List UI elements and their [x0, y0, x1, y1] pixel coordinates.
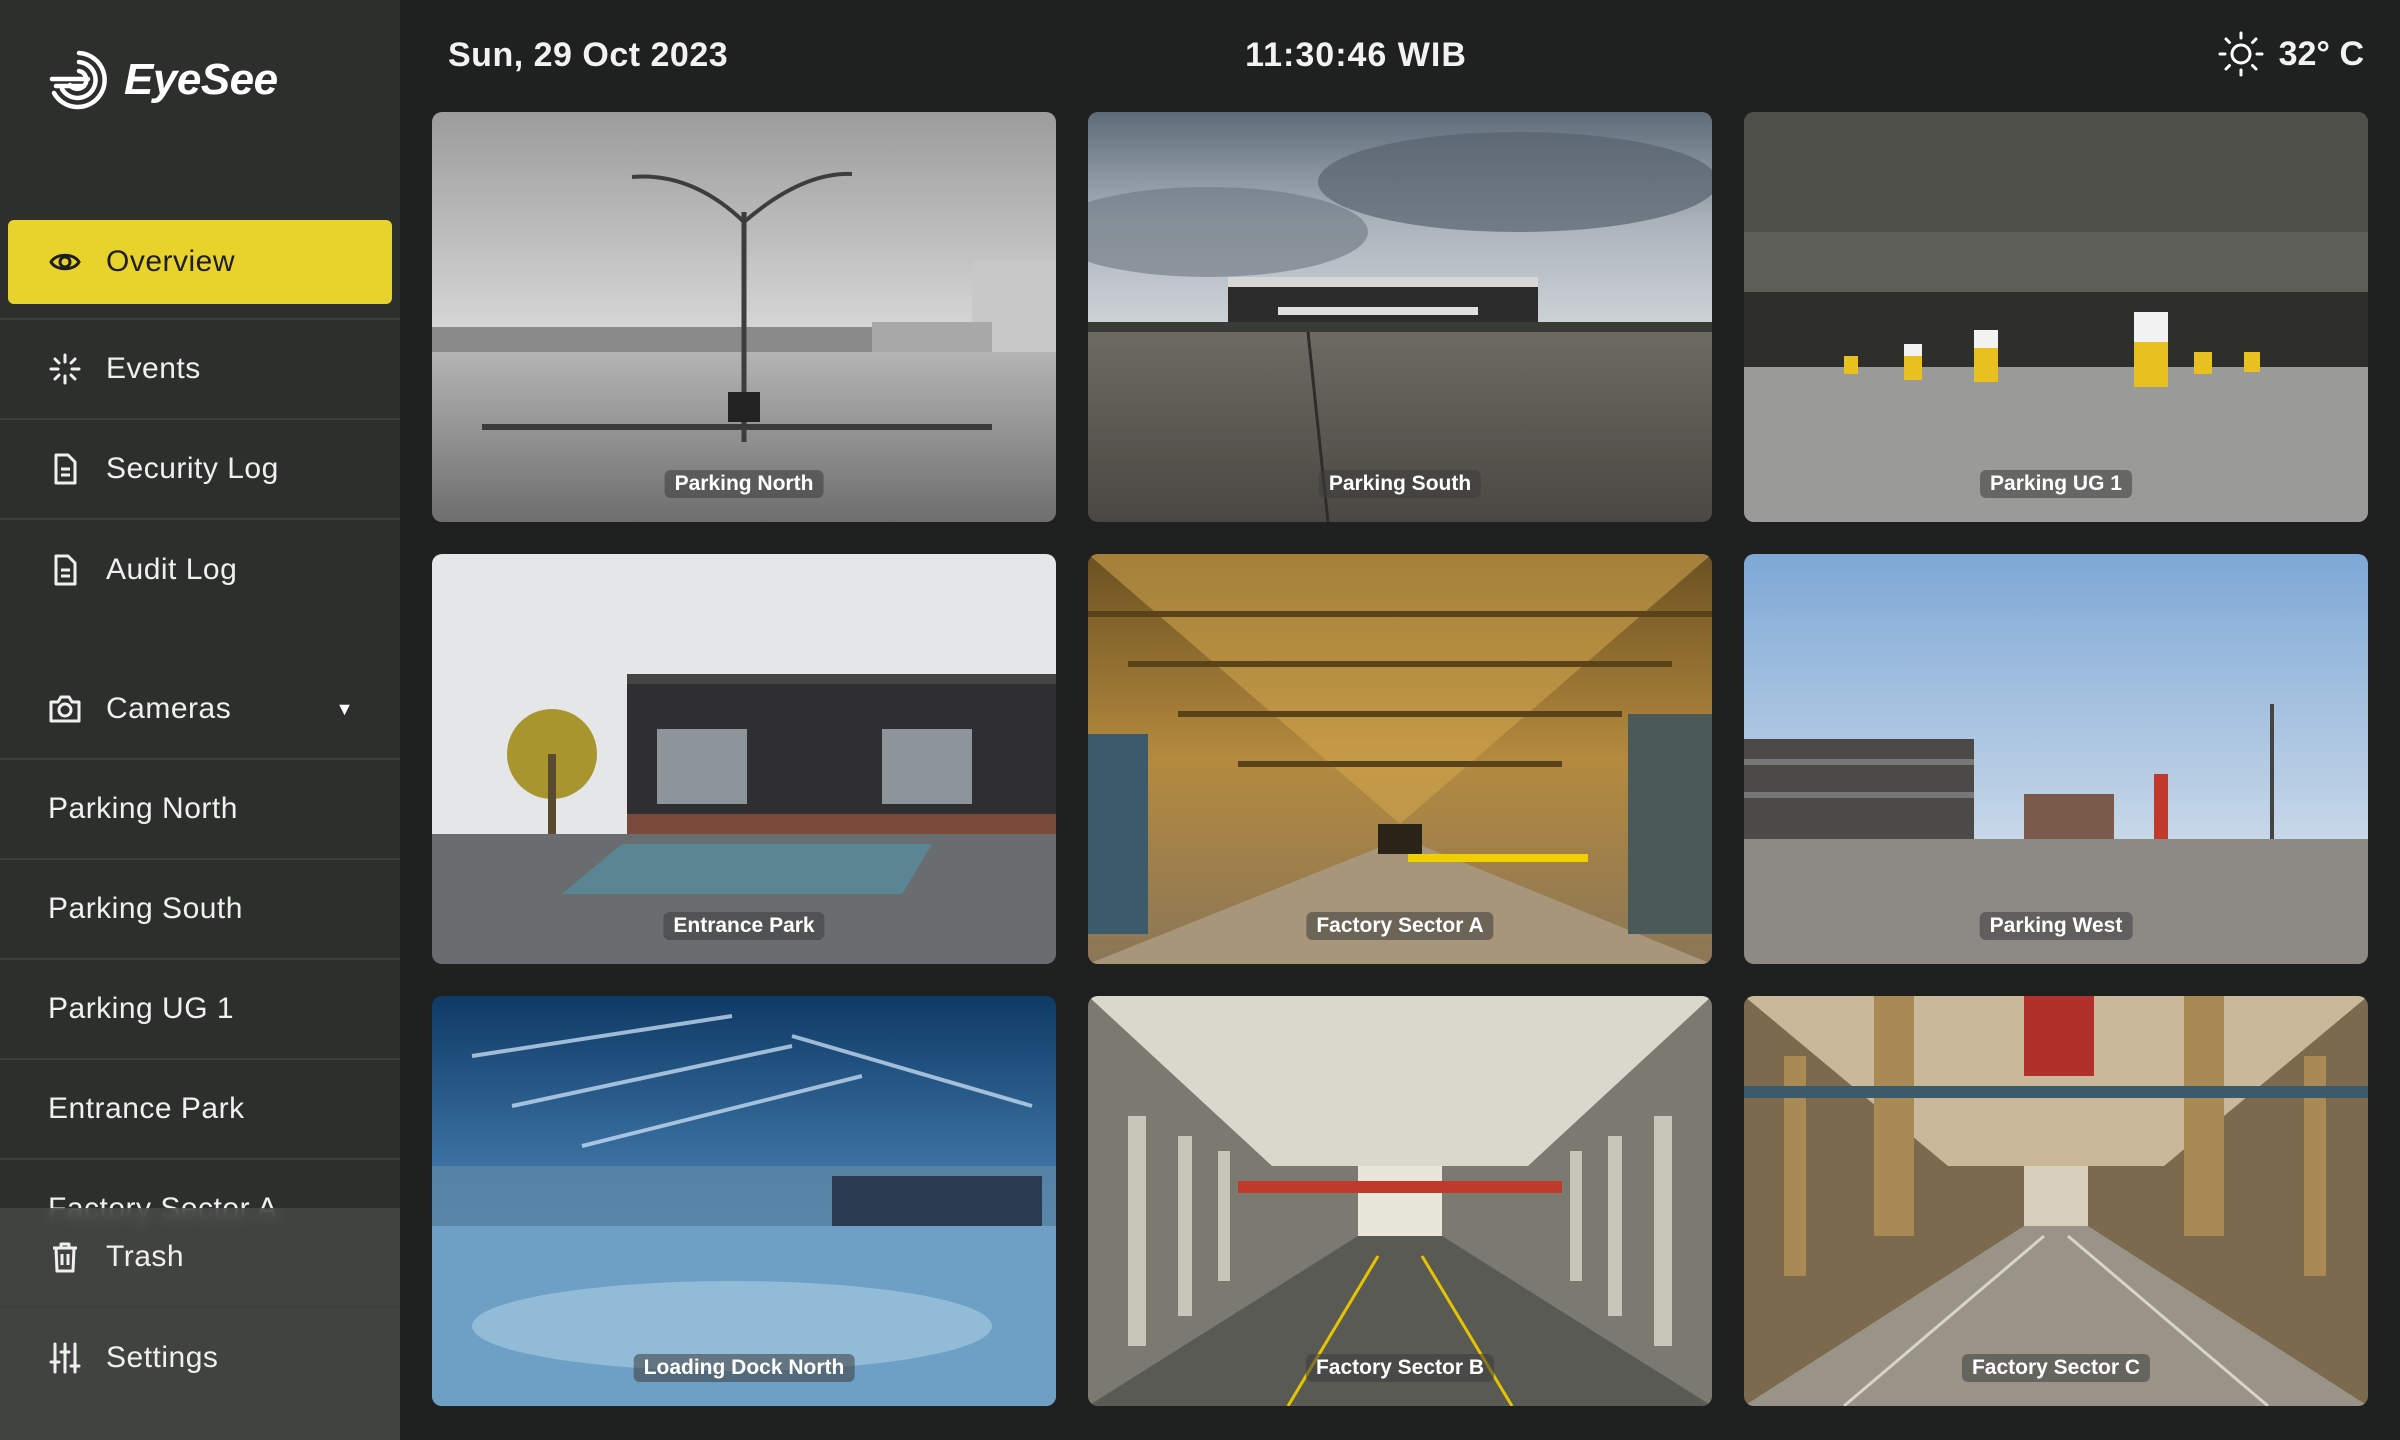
- nav-label-security-log: Security Log: [106, 452, 279, 485]
- camera-list-item[interactable]: Entrance Park: [0, 1060, 400, 1160]
- nav-item-events[interactable]: Events: [0, 320, 400, 420]
- app-name: EyeSee: [124, 55, 278, 104]
- camera-feed-label: Factory Sector B: [1305, 1354, 1495, 1382]
- weather-widget: 32° C: [2217, 30, 2364, 78]
- camera-feed-tile[interactable]: Parking UG 1: [1744, 112, 2368, 522]
- camera-feed-label: Factory Sector A: [1306, 912, 1494, 940]
- nav-item-trash[interactable]: Trash: [0, 1208, 400, 1308]
- camera-feed-tile[interactable]: Parking North: [432, 112, 1056, 522]
- current-time: 11:30:46 WIB: [1245, 36, 1467, 74]
- nav-label-overview: Overview: [106, 245, 236, 278]
- camera-feed-label: Parking South: [1318, 470, 1482, 498]
- top-bar: Sun, 29 Oct 2023 11:30:46 WIB 32° C: [400, 0, 2400, 112]
- camera-feed-tile[interactable]: Factory Sector C: [1744, 996, 2368, 1406]
- nav-label-settings: Settings: [106, 1341, 219, 1374]
- camera-feed-image: [1088, 554, 1712, 964]
- camera-feed-tile[interactable]: Factory Sector A: [1088, 554, 1712, 964]
- camera-feed-tile[interactable]: Loading Dock North: [432, 996, 1056, 1406]
- sidebar: EyeSee Overview Events Security Log Audi…: [0, 0, 400, 1440]
- bottom-nav: Trash Settings: [0, 1208, 400, 1440]
- camera-list-item[interactable]: Parking UG 1: [0, 960, 400, 1060]
- camera-feed-label: Loading Dock North: [633, 1354, 855, 1382]
- camera-feed-image: [432, 112, 1056, 522]
- document-icon: [48, 452, 82, 486]
- camera-feed-image: [432, 554, 1056, 964]
- sliders-icon: [48, 1341, 82, 1375]
- camera-feed-label: Entrance Park: [663, 912, 825, 940]
- camera-feed-label: Parking UG 1: [1980, 470, 2132, 498]
- camera-list-item[interactable]: Parking North: [0, 760, 400, 860]
- camera-feed-tile[interactable]: Entrance Park: [432, 554, 1056, 964]
- camera-list-item[interactable]: Parking South: [0, 860, 400, 960]
- nav-label-cameras: Cameras: [106, 692, 232, 725]
- main-nav: Overview Events Security Log Audit Log: [0, 212, 400, 620]
- nav-label-trash: Trash: [106, 1240, 185, 1273]
- nav-item-overview[interactable]: Overview: [8, 220, 392, 304]
- nav-item-settings[interactable]: Settings: [0, 1308, 400, 1408]
- sparkle-icon: [48, 352, 82, 386]
- camera-feed-image: [1744, 112, 2368, 522]
- temperature: 32° C: [2278, 34, 2364, 73]
- camera-feed-tile[interactable]: Parking West: [1744, 554, 2368, 964]
- sun-icon: [2218, 31, 2264, 77]
- eye-icon: [48, 245, 82, 279]
- nav-item-security-log[interactable]: Security Log: [0, 420, 400, 520]
- camera-grid: Parking North Parking South Parking UG 1…: [432, 112, 2368, 1406]
- camera-feed-image: [1088, 996, 1712, 1406]
- camera-feed-tile[interactable]: Parking South: [1088, 112, 1712, 522]
- camera-feed-label: Parking West: [1979, 912, 2133, 940]
- trash-icon: [48, 1240, 82, 1274]
- logo-icon: [49, 50, 107, 110]
- camera-feed-image: [432, 996, 1056, 1406]
- nav-label-events: Events: [106, 352, 201, 385]
- camera-feed-image: [1088, 112, 1712, 522]
- caret-down-icon[interactable]: ▼: [336, 699, 354, 720]
- camera-feed-tile[interactable]: Factory Sector B: [1088, 996, 1712, 1406]
- nav-item-cameras[interactable]: Cameras ▼: [0, 660, 400, 760]
- cameras-section: Cameras ▼ Parking North Parking South Pa…: [0, 660, 400, 1260]
- nav-label-audit-log: Audit Log: [106, 553, 238, 586]
- camera-feed-label: Parking North: [664, 470, 824, 498]
- camera-icon: [48, 692, 82, 726]
- app-logo[interactable]: EyeSee: [48, 48, 278, 112]
- document-icon: [48, 553, 82, 587]
- nav-item-audit-log[interactable]: Audit Log: [0, 520, 400, 620]
- camera-feed-image: [1744, 554, 2368, 964]
- camera-feed-label: Factory Sector C: [1961, 1354, 2151, 1382]
- camera-feed-image: [1744, 996, 2368, 1406]
- current-date: Sun, 29 Oct 2023: [448, 36, 729, 74]
